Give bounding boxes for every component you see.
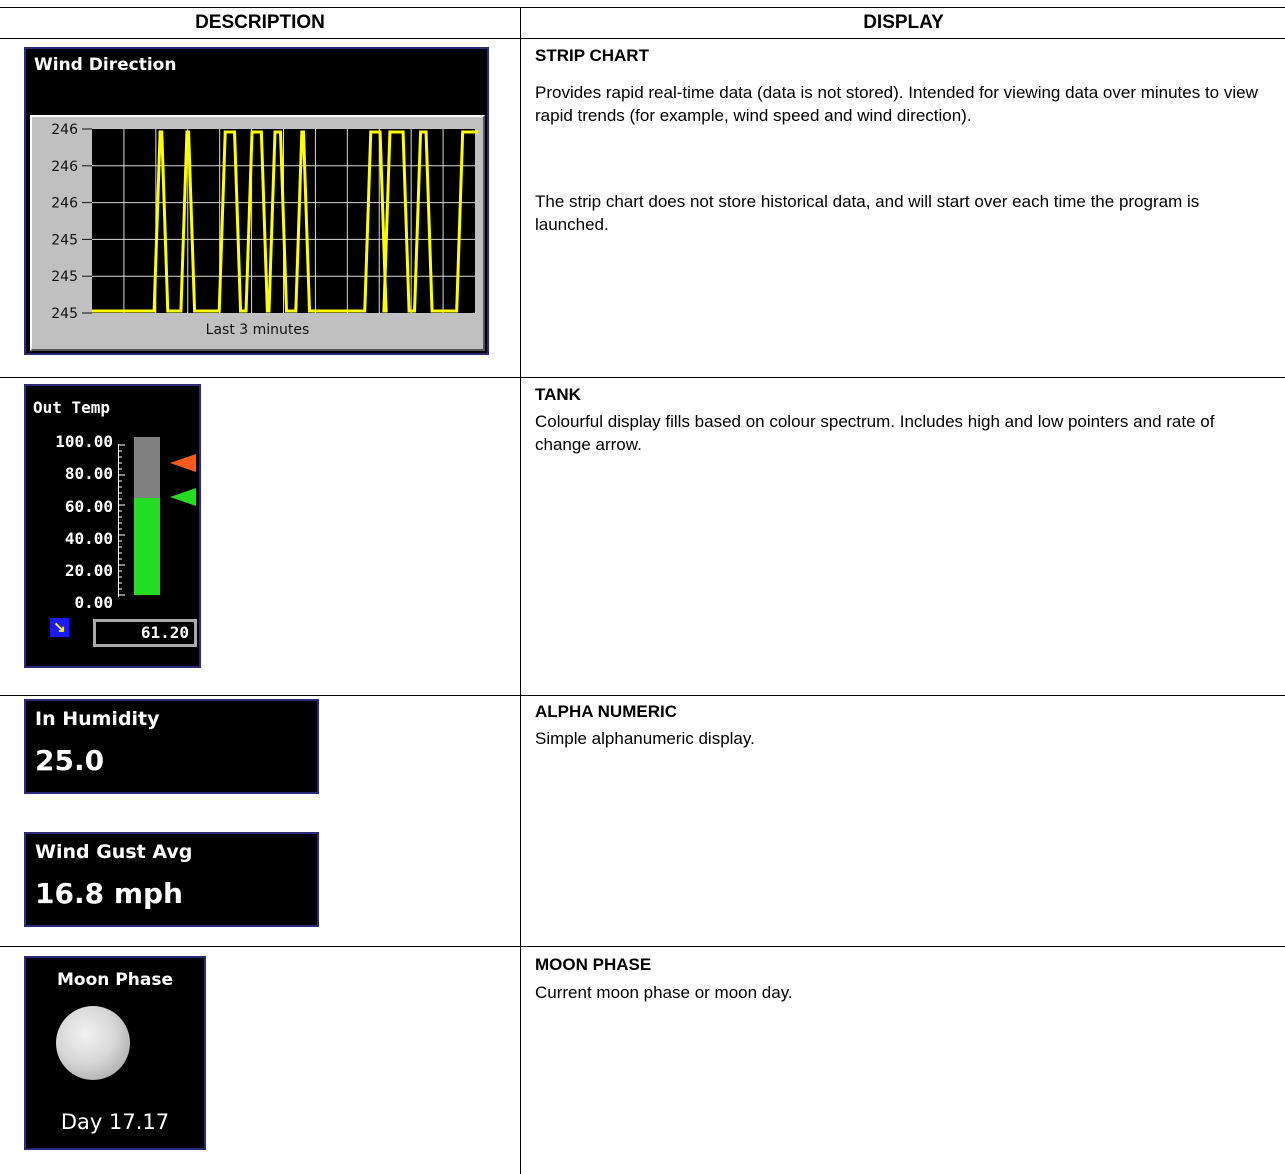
- strip-chart-plot: 246 246 246 245 245 245: [51, 122, 478, 322]
- row-text-tank: Colourful display fills based on colour …: [535, 412, 1215, 454]
- row-text-alpha-numeric: Simple alphanumeric display.: [535, 729, 755, 748]
- strip-chart-y-tick-label: 246: [51, 122, 78, 138]
- row-title-alpha-numeric: ALPHA NUMERIC: [535, 702, 677, 721]
- tank-value: 61.20: [93, 619, 197, 647]
- moon-icon: [56, 1006, 130, 1080]
- moon-title: Moon Phase: [57, 970, 173, 990]
- row-divider-3: [0, 946, 1285, 947]
- row-text-strip-chart-2: The strip chart does not store historica…: [535, 192, 1200, 234]
- table-border-top: [0, 7, 1285, 8]
- strip-chart-x-caption: Last 3 minutes: [205, 322, 310, 338]
- strip-chart-y-tick-label: 246: [51, 196, 78, 212]
- row-title-tank: TANK: [535, 385, 581, 404]
- row-text-strip-chart-1: Provides rapid real-time data (data is n…: [535, 83, 1258, 125]
- tank-tick-label: 0.00: [74, 593, 113, 612]
- alpha-title: Wind Gust Avg: [35, 841, 193, 863]
- tank-tube: [134, 437, 160, 595]
- strip-chart-y-tick-label: 246: [51, 159, 78, 175]
- strip-chart-widget: Wind Direction 246 246 246 245 245 245 Last 3…: [24, 47, 489, 355]
- alpha-widget-wind-gust: Wind Gust Avg 16.8 mph: [24, 832, 319, 927]
- tank-tick-label: 40.00: [64, 529, 113, 548]
- strip-chart-y-tick-label: 245: [51, 269, 78, 285]
- tank-tick-label: 20.00: [64, 561, 113, 580]
- header-divider: [0, 38, 1285, 39]
- tank-widget: Out Temp 100.00 80.00 60.00 40.00 20.00 …: [24, 384, 201, 668]
- arrow-down-right-icon: ↘: [50, 618, 69, 637]
- strip-chart-title: Wind Direction: [34, 55, 177, 75]
- alpha-value: 25.0: [35, 744, 105, 777]
- moon-widget: Moon Phase Day 17.17: [24, 956, 206, 1150]
- low-pointer-icon: [170, 488, 196, 506]
- column-header-display: DISPLAY: [863, 12, 944, 33]
- row-title-moon-phase: MOON PHASE: [535, 955, 652, 974]
- tank-tick-label: 80.00: [64, 464, 113, 483]
- strip-chart-y-tick-label: 245: [51, 232, 78, 248]
- row-divider-2: [0, 695, 1285, 696]
- row-text-moon-phase: Current moon phase or moon day.: [535, 983, 793, 1002]
- strip-chart-y-tick-label: 245: [51, 306, 78, 322]
- tank-fill: [134, 498, 160, 595]
- tank-title: Out Temp: [33, 398, 111, 417]
- alpha-title: In Humidity: [35, 708, 160, 730]
- column-divider: [520, 7, 521, 1174]
- row-title-strip-chart: STRIP CHART: [535, 46, 649, 65]
- alpha-widget-humidity: In Humidity 25.0: [24, 699, 319, 794]
- document-table: DESCRIPTION DISPLAY Wind Direction 246 24…: [0, 0, 1285, 1174]
- strip-chart-frame: 246 246 246 245 245 245 Last 3 minutes: [30, 115, 485, 351]
- tank-scale: [118, 444, 125, 597]
- tank-tick-label: 100.00: [55, 432, 113, 451]
- column-header-description: DESCRIPTION: [195, 12, 325, 33]
- tank-scale-ticks: [119, 444, 125, 596]
- row-divider-1: [0, 377, 1285, 378]
- tank-tick-label: 60.00: [64, 497, 113, 516]
- high-pointer-icon: [170, 454, 196, 472]
- alpha-value: 16.8 mph: [35, 877, 183, 910]
- moon-day: Day 17.17: [60, 1110, 170, 1134]
